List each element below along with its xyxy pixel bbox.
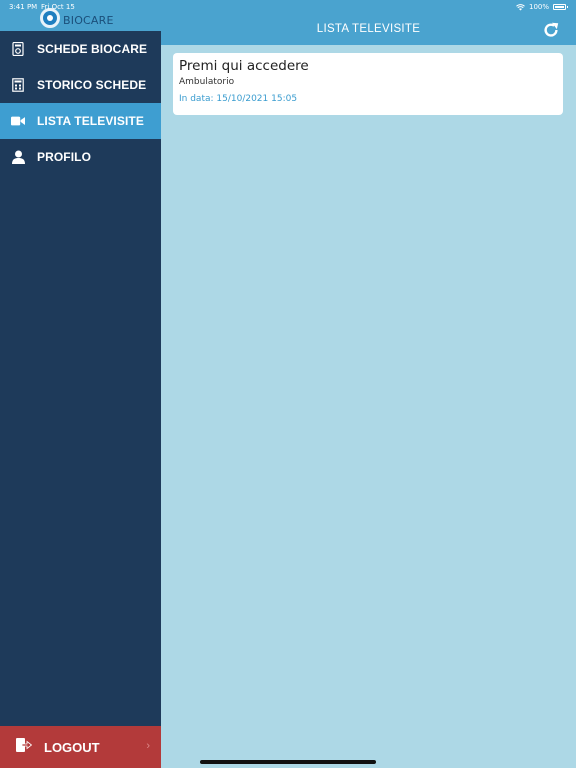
status-bar: 3:41 PM Fri Oct 15 100%	[0, 0, 576, 13]
sidebar-item-lista-televisite[interactable]: LISTA TELEVISITE	[0, 103, 161, 139]
card-location: Ambulatorio	[179, 77, 235, 87]
sidebar-item-label: SCHEDE BIOCARE	[37, 42, 148, 56]
main-content: LISTA TELEVISITE Premi qui accedere Ambu…	[161, 0, 576, 768]
logout-icon	[16, 737, 33, 757]
logout-label: LOGOUT	[44, 739, 100, 755]
battery-icon	[553, 4, 568, 10]
card-reader-icon	[11, 42, 25, 56]
sidebar-item-schede-biocare[interactable]: SCHEDE BIOCARE	[0, 31, 161, 67]
wifi-icon	[516, 3, 525, 10]
refresh-icon[interactable]	[542, 21, 560, 39]
card-date: In data: 15/10/2021 15:05	[179, 94, 298, 104]
status-time: 3:41 PM	[9, 3, 38, 11]
card-title: Premi qui accedere	[179, 58, 309, 74]
sidebar-item-storico-schede[interactable]: STORICO SCHEDE	[0, 67, 161, 103]
sidebar-item-label: STORICO SCHEDE	[37, 78, 147, 92]
status-indicators: 100%	[516, 3, 568, 11]
televisita-card[interactable]: Premi qui accedere Ambulatorio In data: …	[173, 53, 563, 115]
home-indicator[interactable]	[200, 760, 376, 764]
logo-text: BIOCARE	[63, 14, 114, 27]
page-title: LISTA TELEVISITE	[316, 23, 421, 35]
sidebar: BIOCARE SCHEDE BIOCARE STORICO SCHEDE LI…	[0, 0, 161, 768]
sidebar-item-profilo[interactable]: PROFILO	[0, 139, 161, 175]
sidebar-item-label: LISTA TELEVISITE	[37, 114, 144, 128]
chevron-right-icon: ›	[146, 740, 150, 752]
battery-percent: 100%	[528, 3, 549, 11]
status-date: Fri Oct 15	[41, 3, 75, 11]
logout-button[interactable]: LOGOUT ›	[0, 726, 161, 768]
calendar-card-icon	[11, 78, 25, 92]
user-icon	[11, 150, 25, 164]
video-camera-icon	[11, 114, 25, 128]
sidebar-item-label: PROFILO	[37, 150, 92, 164]
